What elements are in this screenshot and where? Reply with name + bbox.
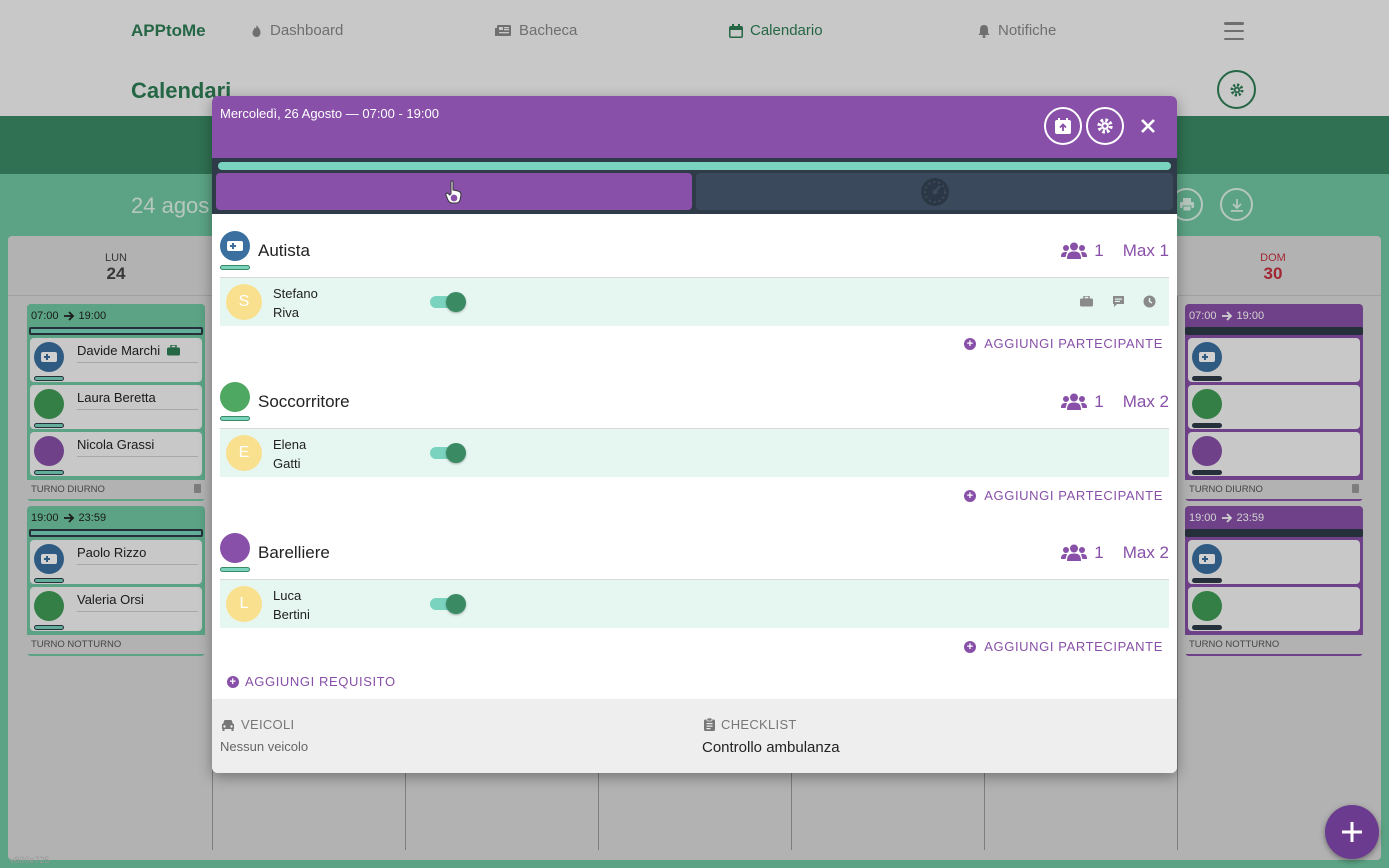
vehicles-label: VEICOLI bbox=[241, 717, 295, 732]
participant-name: Stefano Riva bbox=[273, 284, 318, 322]
add-participant-label: AGGIUNGI PARTECIPANTE bbox=[984, 488, 1163, 503]
checklist-title: CHECKLIST bbox=[704, 717, 797, 732]
requirement-soccorritore: Soccorritore 1 Max 2 E Elena Gatti bbox=[220, 382, 1169, 477]
export-calendar-button[interactable] bbox=[1044, 107, 1082, 145]
plus-circle-icon: + bbox=[964, 337, 977, 350]
confirm-toggle[interactable] bbox=[430, 292, 466, 312]
last-name: Bertini bbox=[273, 607, 310, 622]
add-requirement-label: AGGIUNGI REQUISITO bbox=[245, 674, 396, 689]
confirm-toggle[interactable] bbox=[430, 443, 466, 463]
requirement-count: 1 Max 2 bbox=[1061, 392, 1169, 412]
users-icon bbox=[1061, 242, 1088, 259]
requirement-count: 1 Max 1 bbox=[1061, 241, 1169, 261]
shift-settings-button[interactable] bbox=[1086, 107, 1124, 145]
first-name: Elena bbox=[273, 437, 307, 452]
vehicles-value: Nessun veicolo bbox=[220, 739, 309, 754]
first-name: Stefano bbox=[273, 286, 318, 301]
add-button[interactable] bbox=[1325, 805, 1379, 859]
ambulance-icon bbox=[220, 231, 250, 261]
modal-header: Mercoledì, 26 Agosto — 07:00 - 19:00 bbox=[212, 96, 1177, 158]
calendar-upload-icon bbox=[1055, 118, 1071, 134]
tab-dashboard[interactable] bbox=[696, 173, 1173, 210]
requirement-name: Barelliere bbox=[258, 543, 330, 562]
participant-name: Elena Gatti bbox=[273, 435, 306, 473]
shift-progress-bar bbox=[218, 162, 1171, 170]
add-participant-button[interactable]: + AGGIUNGI PARTECIPANTE bbox=[964, 639, 1163, 654]
shift-detail-modal: Mercoledì, 26 Agosto — 07:00 - 19:00 Aut… bbox=[212, 96, 1177, 773]
add-participant-label: AGGIUNGI PARTECIPANTE bbox=[984, 336, 1163, 351]
requirement-header: Soccorritore 1 Max 2 bbox=[220, 382, 1169, 426]
checklist-label: CHECKLIST bbox=[721, 717, 797, 732]
max-value: Max 1 bbox=[1122, 241, 1169, 260]
requirement-count: 1 Max 2 bbox=[1061, 543, 1169, 563]
role-avatar bbox=[220, 533, 250, 563]
version-label: v800e725 bbox=[10, 855, 50, 865]
participant-avatar: L bbox=[226, 586, 262, 622]
participant-avatar: S bbox=[226, 284, 262, 320]
plus-circle-icon: + bbox=[227, 675, 239, 688]
modal-tabs bbox=[212, 158, 1177, 214]
plus-icon bbox=[1342, 822, 1362, 842]
first-name: Luca bbox=[273, 588, 302, 603]
gear-icon bbox=[1097, 118, 1113, 134]
requirement-name: Soccorritore bbox=[258, 392, 350, 411]
vehicles-title: VEICOLI bbox=[221, 717, 294, 732]
clock-icon[interactable] bbox=[1143, 295, 1156, 308]
add-participant-label: AGGIUNGI PARTECIPANTE bbox=[984, 639, 1163, 654]
close-button[interactable] bbox=[1136, 114, 1160, 138]
participant-row[interactable]: L Luca Bertini bbox=[220, 580, 1169, 628]
last-name: Riva bbox=[273, 305, 300, 320]
role-avatar bbox=[220, 382, 250, 412]
count-value: 1 bbox=[1094, 543, 1104, 562]
add-participant-button[interactable]: + AGGIUNGI PARTECIPANTE bbox=[964, 336, 1163, 351]
car-icon bbox=[222, 719, 234, 731]
tab-participants[interactable] bbox=[216, 173, 692, 210]
briefcase-icon[interactable] bbox=[1080, 296, 1093, 307]
hand-pointer-icon bbox=[445, 179, 462, 203]
max-value: Max 2 bbox=[1122, 543, 1169, 562]
modal-title: Mercoledì, 26 Agosto — 07:00 - 19:00 bbox=[220, 106, 439, 121]
close-icon bbox=[1141, 119, 1155, 133]
requirement-autista: Autista 1 Max 1 S Stefano Riva bbox=[220, 231, 1169, 326]
requirement-barelliere: Barelliere 1 Max 2 L Luca Bertini bbox=[220, 533, 1169, 628]
speedometer-icon bbox=[920, 177, 949, 206]
plus-circle-icon: + bbox=[964, 489, 977, 502]
requirement-header: Barelliere 1 Max 2 bbox=[220, 533, 1169, 577]
requirement-indicator bbox=[220, 416, 250, 421]
participant-name: Luca Bertini bbox=[273, 586, 310, 624]
modal-footer: VEICOLI Nessun veicolo CHECKLIST Control… bbox=[212, 699, 1177, 773]
count-value: 1 bbox=[1094, 392, 1104, 411]
confirm-toggle[interactable] bbox=[430, 594, 466, 614]
requirement-indicator bbox=[220, 265, 250, 270]
requirement-indicator bbox=[220, 567, 250, 572]
count-value: 1 bbox=[1094, 241, 1104, 260]
participant-avatar: E bbox=[226, 435, 262, 471]
add-requirement-button[interactable]: + AGGIUNGI REQUISITO bbox=[227, 674, 396, 689]
participant-row[interactable]: S Stefano Riva bbox=[220, 278, 1169, 326]
max-value: Max 2 bbox=[1122, 392, 1169, 411]
participant-row[interactable]: E Elena Gatti bbox=[220, 429, 1169, 477]
requirement-name: Autista bbox=[258, 241, 310, 260]
last-name: Gatti bbox=[273, 456, 301, 471]
users-icon bbox=[1061, 393, 1088, 410]
requirement-header: Autista 1 Max 1 bbox=[220, 231, 1169, 275]
plus-circle-icon: + bbox=[964, 640, 977, 653]
checklist-value[interactable]: Controllo ambulanza bbox=[702, 739, 840, 756]
comment-icon[interactable] bbox=[1112, 295, 1125, 308]
clipboard-icon bbox=[704, 718, 715, 731]
add-participant-button[interactable]: + AGGIUNGI PARTECIPANTE bbox=[964, 488, 1163, 503]
users-icon bbox=[1061, 544, 1088, 561]
